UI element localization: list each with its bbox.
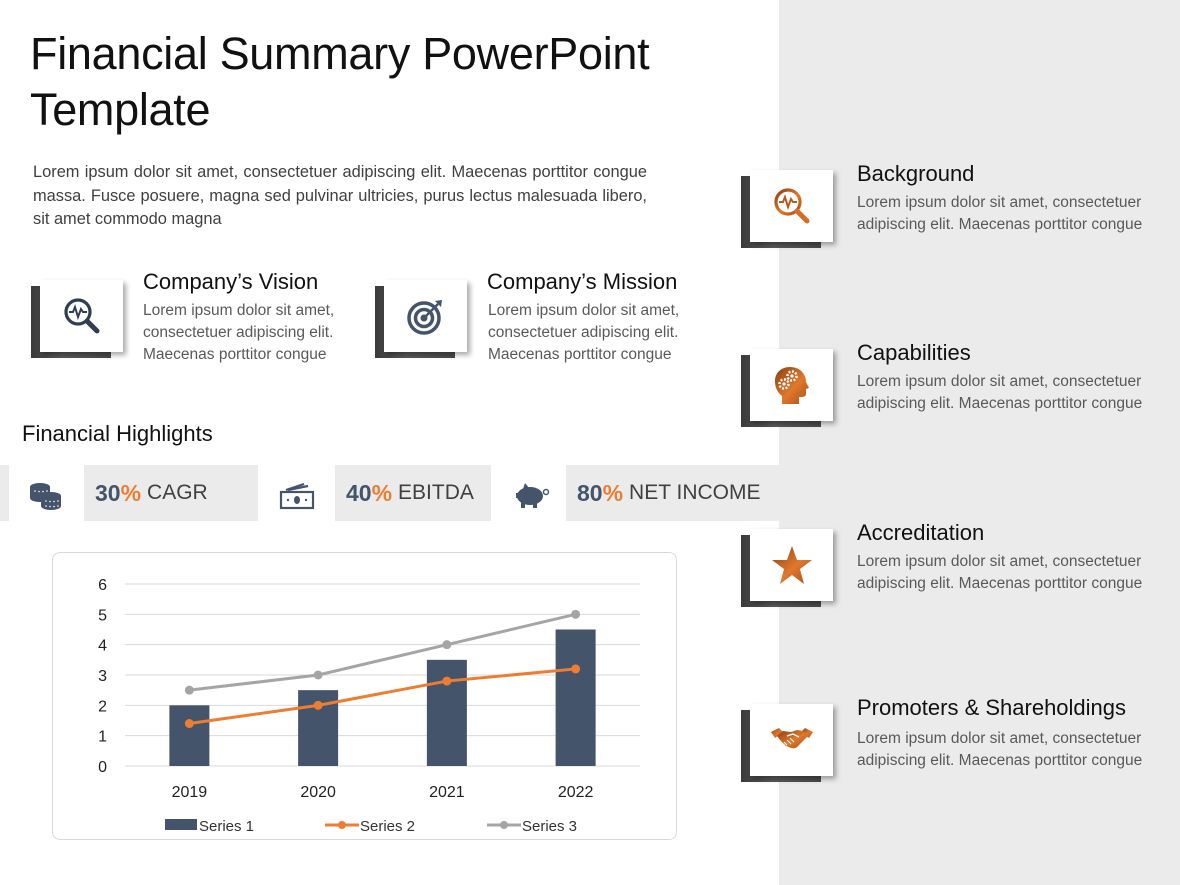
head-gears-icon — [774, 367, 809, 404]
accreditation-text: Lorem ipsum dolor sit amet, consectetuer… — [857, 553, 1143, 592]
x-tick-label: 2021 — [429, 784, 465, 801]
capabilities-text: Lorem ipsum dolor sit amet, consectetuer… — [857, 373, 1143, 412]
title-line-2: Template — [30, 84, 211, 135]
title-line-1: Financial Summary PowerPoint — [30, 28, 650, 79]
intro-paragraph: Lorem ipsum dolor sit amet, consectetuer… — [33, 163, 647, 228]
background-title: Background — [857, 161, 975, 186]
cash-icon — [277, 475, 317, 515]
piggy-bank-icon — [512, 475, 552, 515]
magnifier-pulse-icon — [63, 298, 99, 334]
legend-swatch — [165, 819, 197, 830]
highlight-edge-box — [0, 465, 9, 521]
capabilities-title: Capabilities — [857, 340, 971, 365]
highlight-cagr: 30% CAGR — [84, 465, 258, 521]
background-text: Lorem ipsum dolor sit amet, consectetuer… — [857, 194, 1143, 233]
y-tick-label: 4 — [98, 638, 107, 655]
y-tick-label: 1 — [98, 729, 107, 746]
card-face — [384, 280, 467, 352]
combo-chart: 0 1 2 3 4 5 6 2019 2020 2021 2022 Series 1 Series 2 S… — [98, 577, 640, 835]
legend-label: Series 3 — [522, 818, 577, 835]
series-line — [189, 612, 576, 692]
mission-title: Company’s Mission — [487, 269, 678, 294]
background-icon-card — [741, 170, 833, 250]
highlight-percent: % — [371, 479, 393, 506]
promoters-title: Promoters & Shareholdings — [857, 695, 1127, 720]
vision-text: Lorem ipsum dolor sit amet, consectetuer… — [143, 302, 335, 363]
data-point — [184, 685, 194, 695]
y-tick-label: 5 — [98, 607, 107, 624]
vision-icon-card — [31, 280, 123, 360]
card-face — [750, 529, 833, 601]
highlight-percent: % — [120, 479, 142, 506]
handshake-icon — [770, 728, 813, 749]
data-point — [442, 676, 452, 686]
card-face — [750, 170, 833, 242]
financial-highlights-title: Financial Highlights — [22, 421, 213, 446]
data-point — [313, 670, 323, 680]
x-tick-label: 2020 — [300, 784, 336, 801]
highlight-label: EBITDA — [398, 481, 474, 504]
y-tick-label: 2 — [98, 698, 107, 715]
legend-label: Series 1 — [199, 818, 254, 835]
x-tick-label: 2022 — [558, 784, 594, 801]
data-point — [313, 700, 323, 710]
y-tick-label: 6 — [98, 577, 107, 594]
promoters-icon-card — [741, 704, 833, 784]
star-icon — [771, 546, 812, 584]
accreditation-icon-card — [741, 529, 833, 609]
mission-text: Lorem ipsum dolor sit amet, consectetuer… — [488, 302, 680, 363]
data-point — [571, 664, 581, 674]
highlight-label: CAGR — [147, 481, 208, 504]
series-line — [189, 667, 576, 726]
data-point — [442, 640, 452, 650]
highlight-number: 40 — [346, 479, 372, 506]
page-title: Financial Summary PowerPoint Template — [30, 26, 710, 138]
y-tick-label: 0 — [98, 759, 107, 776]
x-tick-label: 2019 — [172, 784, 208, 801]
highlight-percent: % — [602, 479, 624, 506]
highlight-number: 30 — [95, 479, 121, 506]
highlight-label: NET INCOME — [629, 481, 761, 504]
accreditation-title: Accreditation — [857, 520, 985, 545]
highlight-net-income: 80% NET INCOME — [566, 465, 779, 521]
mission-icon-card — [375, 280, 467, 360]
legend-label: Series 2 — [360, 818, 415, 835]
data-point — [184, 719, 194, 729]
legend-marker — [500, 821, 508, 829]
highlight-ebitda: 40% EBITDA — [335, 465, 491, 521]
coins-icon — [26, 475, 66, 515]
card-face — [40, 280, 123, 352]
target-icon — [406, 300, 442, 335]
card-face — [750, 704, 833, 776]
bar — [426, 659, 467, 766]
highlight-number: 80 — [577, 479, 603, 506]
chart-frame: 0 1 2 3 4 5 6 2019 2020 2021 2022 Series 1 Series 2 S… — [52, 552, 677, 840]
y-tick-label: 3 — [98, 668, 107, 685]
data-point — [571, 609, 581, 619]
vision-title: Company’s Vision — [143, 269, 319, 294]
bar — [555, 629, 596, 766]
magnifier-pulse-icon — [773, 188, 809, 224]
bar — [169, 705, 210, 766]
promoters-text: Lorem ipsum dolor sit amet, consectetuer… — [857, 730, 1143, 769]
legend-marker — [338, 821, 346, 829]
capabilities-icon-card — [741, 349, 833, 429]
card-face — [750, 349, 833, 421]
